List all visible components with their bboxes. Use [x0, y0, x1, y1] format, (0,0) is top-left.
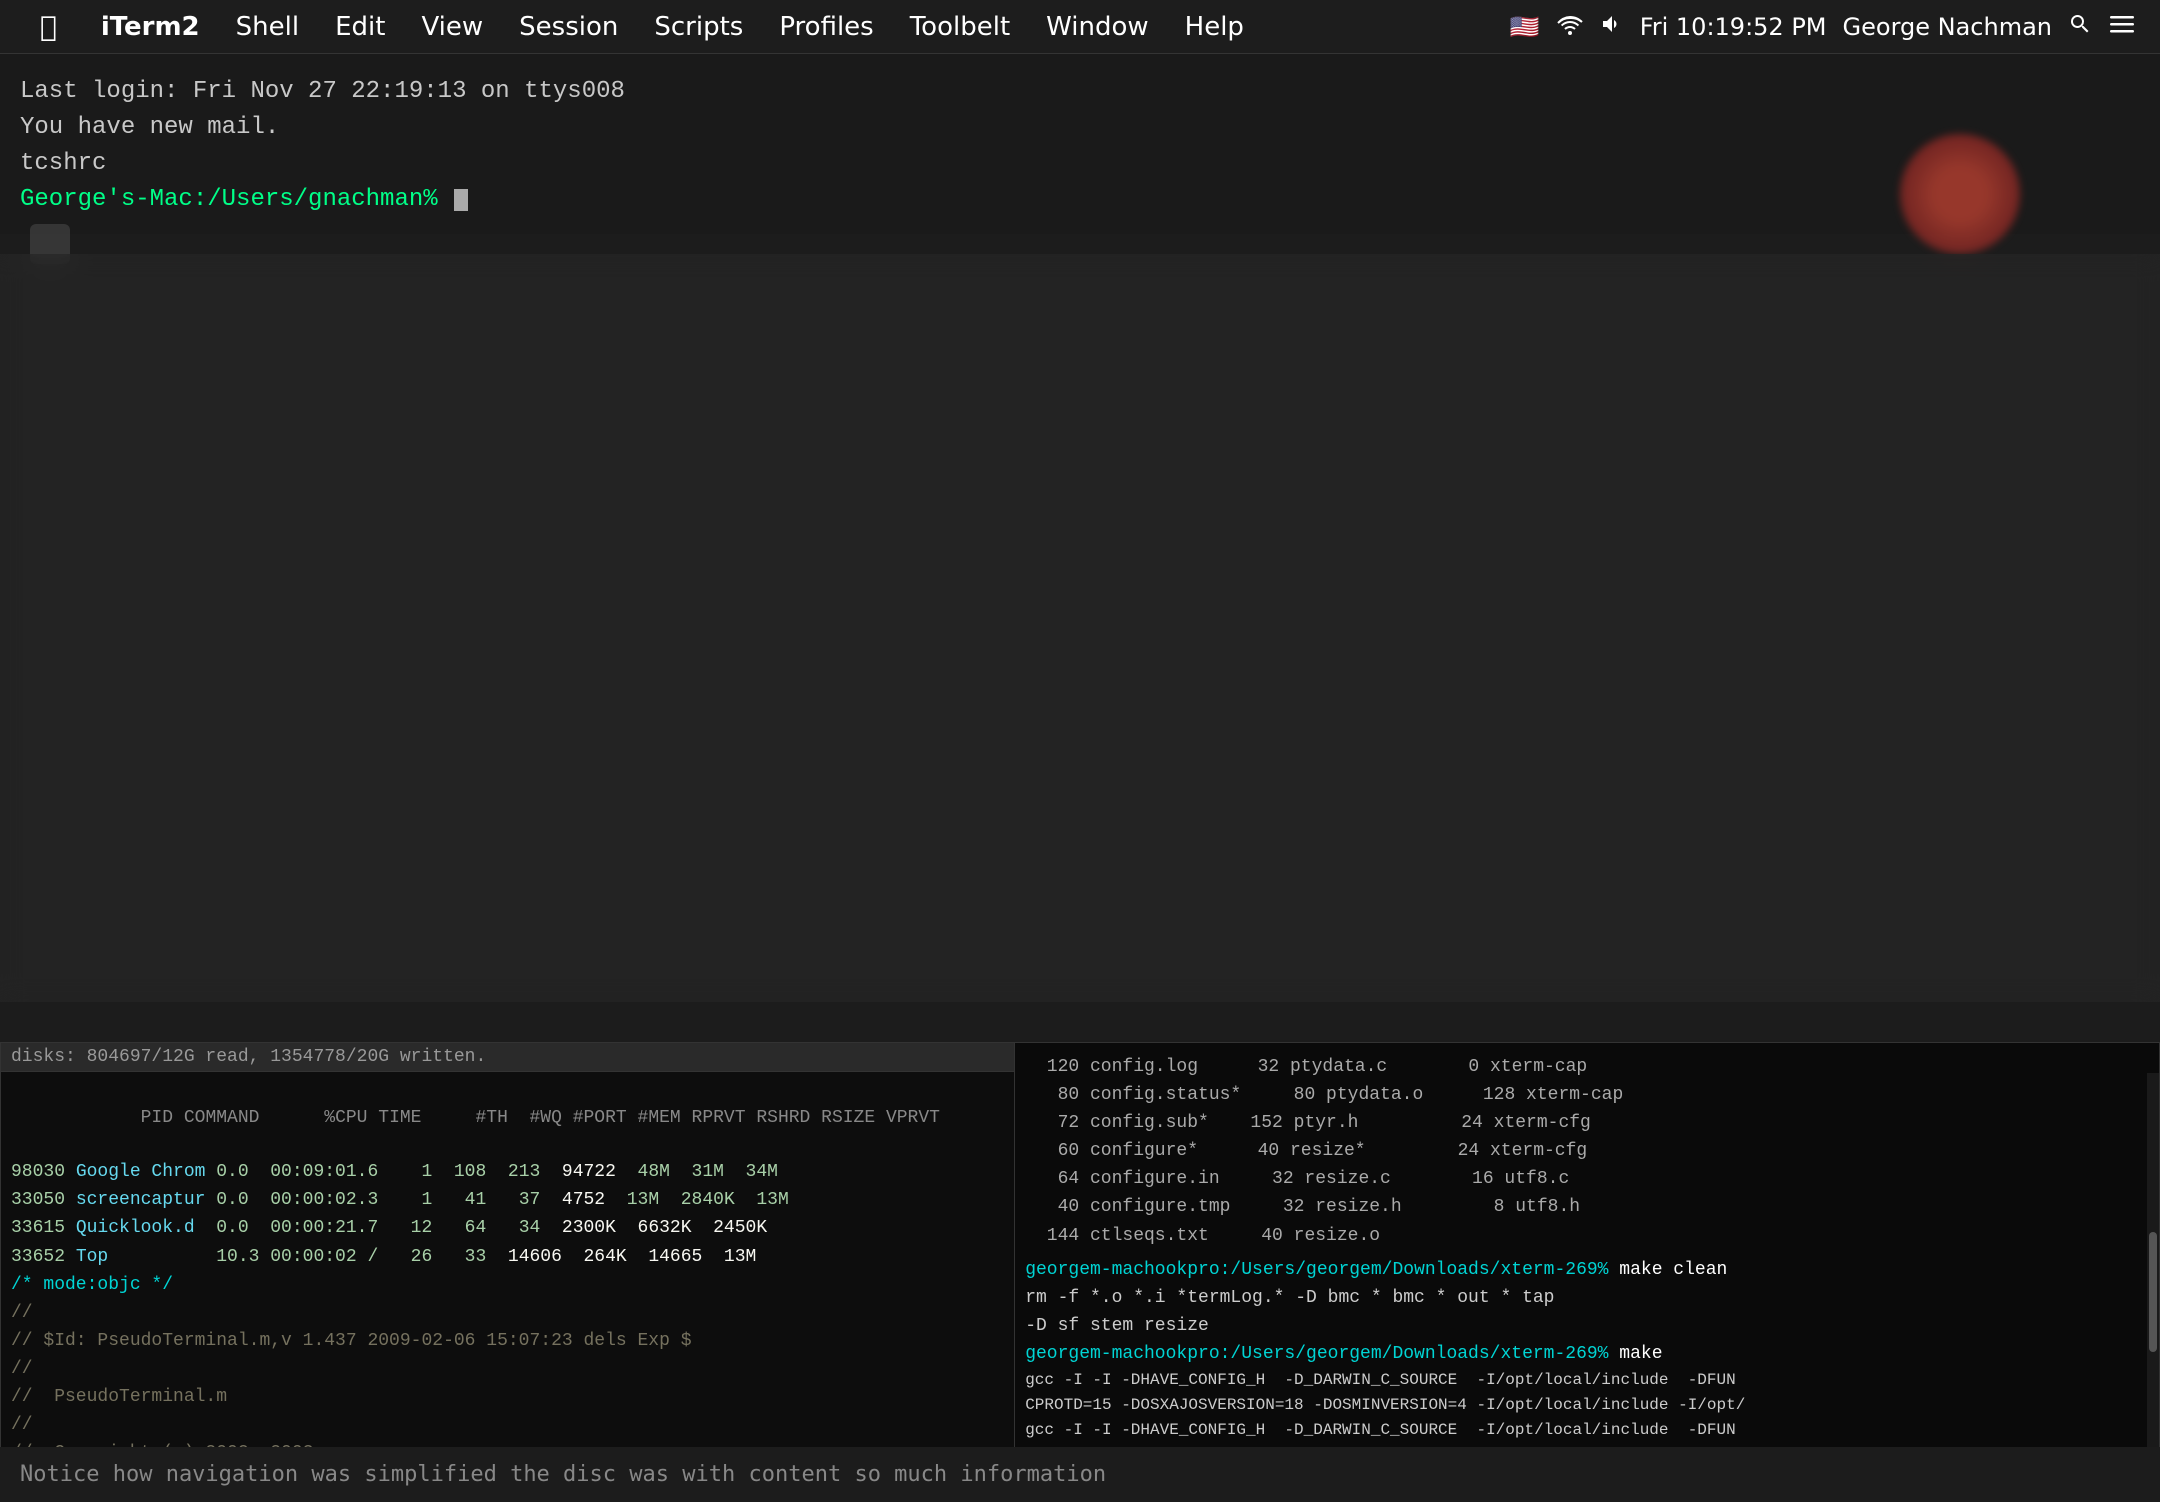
- build-line-3: -D sf stem resize: [1015, 1312, 2159, 1340]
- menu-session[interactable]: Session: [503, 8, 634, 46]
- file-line-4: 60 configure* 40 resize* 24 xterm-cfg: [1015, 1137, 2159, 1165]
- panel-right-content: 120 config.log 32 ptydata.c 0 xterm-cap …: [1015, 1043, 2159, 1441]
- panel-left-topbar: disks: 804697/12G read, 1354778/20G writ…: [1, 1043, 1014, 1072]
- menubar-right: 🇺🇸 Fri 10:19:52 PM George Nachman: [1510, 12, 2136, 42]
- process-line-4: 33652 Top 10.3 00:00:02 / 26 33 14606 26…: [1, 1243, 1014, 1271]
- app-name[interactable]: iTerm2: [85, 8, 216, 46]
- term-line-3: tcshrc: [20, 146, 2140, 182]
- menu-icon[interactable]: [2108, 13, 2136, 41]
- file-line-7: 144 ctlseqs.txt 40 resize.o: [1015, 1222, 2159, 1250]
- source-divider: /* mode:objc */: [1, 1271, 1014, 1299]
- file-line-2: 80 config.status* 80 ptydata.o 128 xterm…: [1015, 1081, 2159, 1109]
- search-icon[interactable]: [2068, 12, 2092, 42]
- panel-right[interactable]: 120 config.log 32 ptydata.c 0 xterm-cap …: [1015, 1042, 2160, 1502]
- menu-shell[interactable]: Shell: [220, 8, 315, 46]
- blurred-middle: [0, 254, 2160, 1002]
- build-line-1: georgem-machookpro:/Users/georgem/Downlo…: [1015, 1256, 2159, 1284]
- src-1: //: [1, 1299, 1014, 1327]
- prompt-text: George's-Mac:/Users/gnachman%: [20, 182, 452, 218]
- panel-left-content: PID COMMAND %CPU TIME #TH #WQ #PORT #MEM…: [1, 1072, 1014, 1470]
- file-line-5: 64 configure.in 32 resize.c 16 utf8.c: [1015, 1165, 2159, 1193]
- file-line-1: 120 config.log 32 ptydata.c 0 xterm-cap: [1015, 1053, 2159, 1081]
- term-line-2: You have new mail.: [20, 110, 2140, 146]
- menu-help[interactable]: Help: [1169, 8, 1260, 46]
- disk-info: disks: 804697/12G read, 1354778/20G writ…: [11, 1047, 486, 1067]
- term-line-1: Last login: Fri Nov 27 22:19:13 on ttys0…: [20, 74, 2140, 110]
- right-scrollbar[interactable]: [2147, 1073, 2159, 1471]
- build-line-2: rm -f *.o *.i *termLog.* -D bmc * bmc * …: [1015, 1284, 2159, 1312]
- volume-icon: [1600, 13, 1624, 41]
- menu-window[interactable]: Window: [1030, 8, 1165, 46]
- top-terminal[interactable]: Last login: Fri Nov 27 22:19:13 on ttys0…: [0, 54, 2160, 234]
- src-5: //: [1, 1411, 1014, 1439]
- flag-icon: 🇺🇸: [1510, 13, 1540, 41]
- menu-scripts[interactable]: Scripts: [638, 8, 759, 46]
- file-line-3: 72 config.sub* 152 ptyr.h 24 xterm-cfg: [1015, 1109, 2159, 1137]
- src-3: //: [1, 1355, 1014, 1383]
- main-content: Last login: Fri Nov 27 22:19:13 on ttys0…: [0, 54, 2160, 1502]
- term-prompt: George's-Mac:/Users/gnachman%: [20, 182, 2140, 218]
- menu-view[interactable]: View: [405, 8, 499, 46]
- src-4: // PseudoTerminal.m: [1, 1383, 1014, 1411]
- bottom-notice: Notice how navigation was simplified the…: [20, 1462, 1106, 1487]
- profile-avatar: [1900, 134, 2020, 254]
- process-header: PID COMMAND %CPU TIME #TH #WQ #PORT #MEM…: [1, 1078, 1014, 1158]
- menu-edit[interactable]: Edit: [319, 8, 401, 46]
- process-line-2: 33050 screencaptur 0.0 00:00:02.3 1 41 3…: [1, 1186, 1014, 1214]
- menu-profiles[interactable]: Profiles: [763, 8, 889, 46]
- wifi-icon: [1556, 13, 1584, 41]
- menubar:  iTerm2 Shell Edit View Session Scripts…: [0, 0, 2160, 54]
- build-line-4: georgem-machookpro:/Users/georgem/Downlo…: [1015, 1340, 2159, 1368]
- bottom-panels: disks: 804697/12G read, 1354778/20G writ…: [0, 1042, 2160, 1502]
- build-line-6: CPROTD=15 -DOSXAJOSVERSION=18 -DOSMINVER…: [1015, 1393, 2159, 1418]
- menu-toolbelt[interactable]: Toolbelt: [894, 8, 1026, 46]
- user-display: George Nachman: [1843, 13, 2052, 41]
- process-line-3: 33615 Quicklook.d 0.0 00:00:21.7 12 64 3…: [1, 1214, 1014, 1242]
- terminal-cursor: [454, 189, 468, 211]
- menubar-left:  iTerm2 Shell Edit View Session Scripts…: [24, 6, 1510, 47]
- build-line-7: gcc -I -I -DHAVE_CONFIG_H -D_DARWIN_C_SO…: [1015, 1418, 2159, 1441]
- overlay-bottom: Notice how navigation was simplified the…: [0, 1447, 2160, 1502]
- file-line-6: 40 configure.tmp 32 resize.h 8 utf8.h: [1015, 1193, 2159, 1221]
- datetime-display: Fri 10:19:52 PM: [1640, 13, 1827, 41]
- apple-menu[interactable]: : [24, 6, 73, 47]
- scrollbar-thumb[interactable]: [2149, 1232, 2157, 1351]
- build-line-5: gcc -I -I -DHAVE_CONFIG_H -D_DARWIN_C_SO…: [1015, 1368, 2159, 1393]
- src-2: // $Id: PseudoTerminal.m,v 1.437 2009-02…: [1, 1327, 1014, 1355]
- panel-left[interactable]: disks: 804697/12G read, 1354778/20G writ…: [0, 1042, 1015, 1502]
- process-line-1: 98030 Google Chrom 0.0 00:09:01.6 1 108 …: [1, 1158, 1014, 1186]
